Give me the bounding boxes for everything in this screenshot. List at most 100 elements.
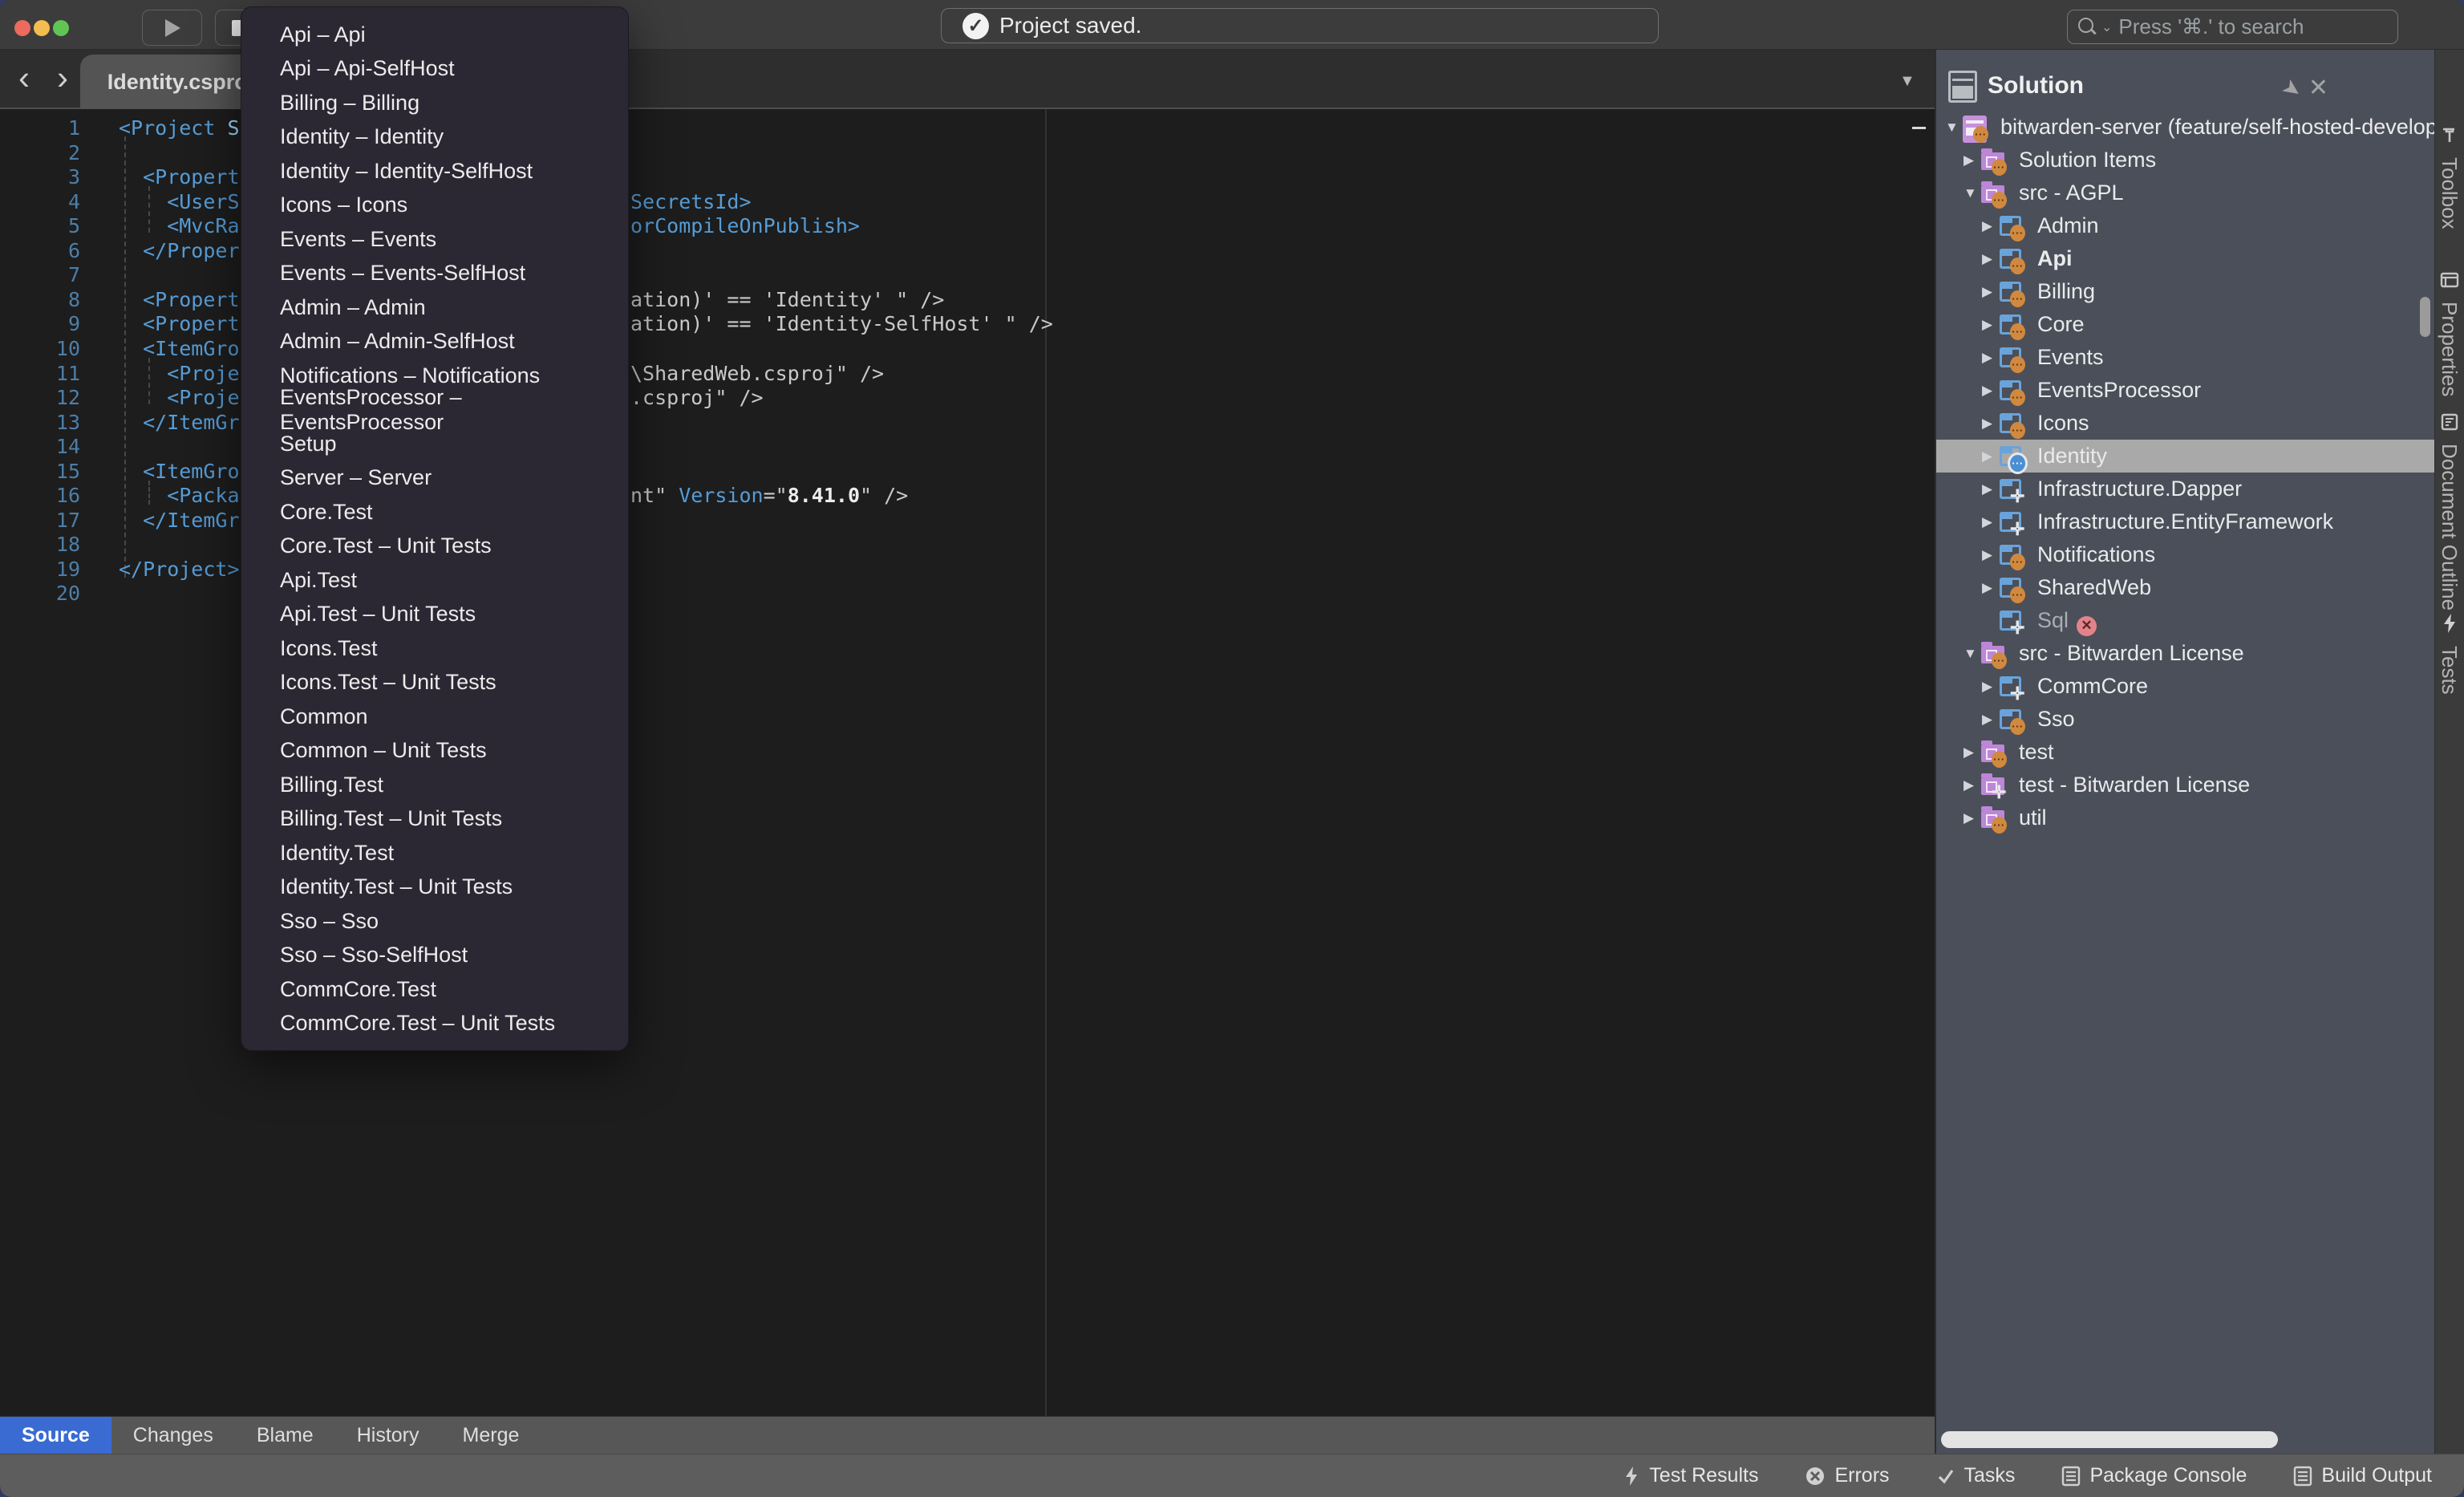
chevron-right-icon[interactable]: ▶ [1982, 350, 1992, 366]
run-button[interactable] [142, 10, 202, 46]
tree-row-src[interactable]: ▼···src - Bitwarden License [1936, 637, 2434, 670]
tree-row-test[interactable]: ▶✛test - Bitwarden License [1936, 769, 2434, 801]
chevron-right-icon[interactable]: ▶ [1964, 810, 1974, 826]
chevron-right-icon[interactable]: ▶ [1982, 580, 1992, 596]
menu-item[interactable]: Sso – Sso [241, 904, 628, 939]
menu-item[interactable]: Identity.Test [241, 836, 628, 870]
zoom-window-button[interactable] [53, 20, 69, 36]
navigate-forward-button[interactable]: › [47, 61, 79, 95]
menu-item[interactable]: Api.Test [241, 563, 628, 598]
menu-item[interactable]: Billing – Billing [241, 86, 628, 120]
menu-item[interactable]: Billing.Test [241, 768, 628, 802]
tree-row-sql[interactable]: ✛Sql✕ [1936, 604, 2434, 637]
menu-item[interactable]: Icons.Test – Unit Tests [241, 666, 628, 700]
chevron-down-icon[interactable]: ▼ [1945, 120, 1959, 136]
chevron-right-icon[interactable]: ▶ [1982, 514, 1992, 530]
view-tab-changes[interactable]: Changes [111, 1417, 235, 1454]
tree-row-util[interactable]: ▶···util [1936, 801, 2434, 834]
strip-tab-properties[interactable]: Properties [2437, 270, 2462, 397]
chevron-right-icon[interactable]: ▶ [1964, 152, 1974, 168]
dock-button-package-console[interactable]: Package Console [2061, 1464, 2247, 1487]
tree-row-notifications[interactable]: ▶···Notifications [1936, 538, 2434, 571]
menu-item[interactable]: CommCore.Test [241, 972, 628, 1007]
strip-tab-toolbox[interactable]: Toolbox [2437, 126, 2462, 229]
tree-row-billing[interactable]: ▶···Billing [1936, 275, 2434, 308]
chevron-right-icon[interactable]: ▶ [1982, 416, 1992, 432]
chevron-right-icon[interactable]: ▶ [1964, 777, 1974, 793]
menu-item[interactable]: Icons – Icons [241, 189, 628, 223]
minimize-window-button[interactable] [34, 20, 50, 36]
close-window-button[interactable] [14, 20, 30, 36]
menu-item[interactable]: Core.Test – Unit Tests [241, 529, 628, 564]
dock-button-build-output[interactable]: Build Output [2293, 1464, 2432, 1487]
dock-button-tasks[interactable]: Tasks [1936, 1464, 2016, 1487]
menu-item[interactable]: CommCore.Test – Unit Tests [241, 1007, 628, 1041]
tree-row-events[interactable]: ▶···Events [1936, 341, 2434, 374]
strip-tab-document-outline[interactable]: Document Outline [2437, 412, 2462, 611]
tree-row-test[interactable]: ▶···test [1936, 736, 2434, 769]
view-tab-source[interactable]: Source [0, 1417, 111, 1454]
menu-item[interactable]: Icons.Test [241, 631, 628, 666]
search-input[interactable] [2118, 14, 2388, 39]
dock-button-test-results[interactable]: Test Results [1623, 1464, 1758, 1487]
tab-list-dropdown[interactable]: ▼ [1899, 72, 1915, 91]
chevron-right-icon[interactable]: ▶ [1982, 679, 1992, 695]
code-fragment-left: <Proje [119, 385, 240, 410]
tree-row-commcore[interactable]: ▶✛CommCore [1936, 670, 2434, 703]
tree-row-sso[interactable]: ▶···Sso [1936, 703, 2434, 736]
chevron-right-icon[interactable]: ▶ [1982, 383, 1992, 399]
menu-item[interactable]: Sso – Sso-SelfHost [241, 939, 628, 973]
tree-row-icons[interactable]: ▶···Icons [1936, 407, 2434, 440]
chevron-right-icon[interactable]: ▶ [1982, 547, 1992, 563]
menu-item[interactable]: Billing.Test – Unit Tests [241, 802, 628, 837]
chevron-right-icon[interactable]: ▶ [1982, 481, 1992, 497]
menu-item[interactable]: Core.Test [241, 495, 628, 529]
chevron-down-icon[interactable]: ▼ [1964, 185, 1977, 201]
tree-row-bitwarden-server[interactable]: ▼···bitwarden-server (feature/self-hoste… [1936, 111, 2434, 144]
view-tab-blame[interactable]: Blame [235, 1417, 335, 1454]
pin-icon[interactable]: ➤ [2276, 72, 2307, 104]
chevron-right-icon[interactable]: ▶ [1982, 218, 1992, 234]
strip-tab-tests[interactable]: Tests [2437, 613, 2462, 695]
chevron-down-icon[interactable]: ▼ [1964, 646, 1977, 662]
chevron-right-icon[interactable]: ▶ [1964, 744, 1974, 761]
chevron-right-icon[interactable]: ▶ [1982, 448, 1992, 465]
tree-row-sharedweb[interactable]: ▶···SharedWeb [1936, 571, 2434, 604]
menu-item[interactable]: Common [241, 700, 628, 734]
menu-item[interactable]: Common – Unit Tests [241, 734, 628, 769]
tree-row-src[interactable]: ▼···src - AGPL [1936, 176, 2434, 209]
dock-button-errors[interactable]: Errors [1805, 1464, 1889, 1487]
tree-row-core[interactable]: ▶···Core [1936, 308, 2434, 341]
menu-item[interactable]: EventsProcessor – EventsProcessor [241, 393, 628, 428]
chevron-right-icon[interactable]: ▶ [1982, 251, 1992, 267]
tree-row-admin[interactable]: ▶···Admin [1936, 209, 2434, 242]
vertical-scrollbar[interactable] [2420, 297, 2430, 337]
global-search[interactable]: ⌄ [2067, 10, 2398, 44]
menu-item[interactable]: Identity – Identity-SelfHost [241, 154, 628, 189]
close-pane-icon[interactable]: ✕ [2308, 74, 2328, 102]
tree-row-identity[interactable]: ▶···Identity [1936, 440, 2434, 473]
menu-item[interactable]: Api – Api [241, 18, 628, 52]
menu-item[interactable]: Identity.Test – Unit Tests [241, 870, 628, 905]
tree-row-solution[interactable]: ▶···Solution Items [1936, 144, 2434, 176]
horizontal-scrollbar[interactable] [1941, 1431, 2278, 1448]
menu-item[interactable]: Api – Api-SelfHost [241, 52, 628, 87]
project-icon: ··· [2000, 412, 2021, 433]
chevron-right-icon[interactable]: ▶ [1982, 317, 1992, 333]
menu-item[interactable]: Admin – Admin [241, 290, 628, 325]
tree-row-api[interactable]: ▶···Api [1936, 242, 2434, 275]
navigate-back-button[interactable]: ‹ [8, 61, 40, 95]
chevron-right-icon[interactable]: ▶ [1982, 284, 1992, 300]
view-tab-history[interactable]: History [335, 1417, 441, 1454]
tree-row-eventsprocessor[interactable]: ▶···EventsProcessor [1936, 374, 2434, 407]
menu-item[interactable]: Api.Test – Unit Tests [241, 598, 628, 632]
view-tab-merge[interactable]: Merge [441, 1417, 541, 1454]
menu-item[interactable]: Admin – Admin-SelfHost [241, 325, 628, 359]
tree-row-infrastructure.entityframework[interactable]: ▶✛Infrastructure.EntityFramework [1936, 505, 2434, 538]
menu-item[interactable]: Server – Server [241, 461, 628, 496]
menu-item[interactable]: Identity – Identity [241, 120, 628, 155]
tree-row-infrastructure.dapper[interactable]: ▶✛Infrastructure.Dapper [1936, 473, 2434, 505]
menu-item[interactable]: Events – Events [241, 222, 628, 257]
chevron-right-icon[interactable]: ▶ [1982, 712, 1992, 728]
menu-item[interactable]: Events – Events-SelfHost [241, 257, 628, 291]
